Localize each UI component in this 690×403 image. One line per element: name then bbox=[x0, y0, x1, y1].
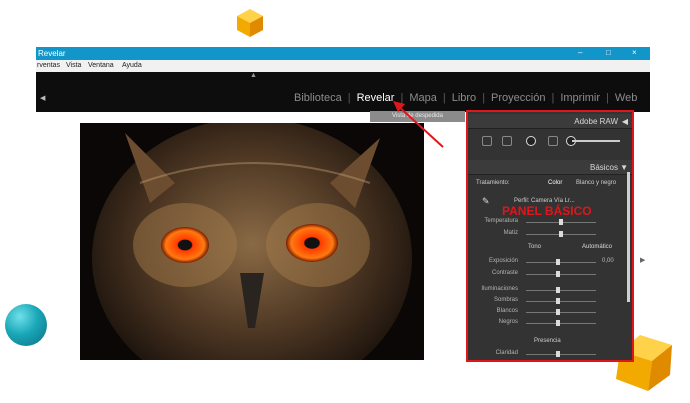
section-header[interactable]: Básicos ▼ bbox=[468, 160, 632, 175]
slider-knob[interactable] bbox=[555, 287, 560, 293]
minimize-button[interactable]: – bbox=[578, 48, 582, 57]
sphere-icon bbox=[5, 304, 47, 346]
slider-track[interactable] bbox=[526, 290, 596, 291]
slider-track[interactable] bbox=[526, 301, 596, 302]
slider-track[interactable] bbox=[526, 323, 596, 324]
window-titlebar: Revelar – □ × bbox=[36, 47, 650, 60]
window-title: Revelar bbox=[38, 49, 66, 58]
slider-knob[interactable] bbox=[559, 231, 563, 237]
slider-row: Blancos bbox=[468, 308, 632, 318]
photo-preview[interactable] bbox=[80, 123, 424, 360]
slider-row: Contraste bbox=[468, 270, 632, 280]
tab-bw[interactable]: Blanco y negro bbox=[576, 180, 616, 186]
slider-row: Matiz bbox=[468, 230, 632, 240]
tool-strip bbox=[472, 134, 622, 148]
slider-track[interactable] bbox=[526, 262, 596, 263]
slider-value: 0,00 bbox=[602, 258, 614, 264]
triangle-icon[interactable]: ◀ bbox=[622, 117, 628, 126]
panel-scrollbar[interactable] bbox=[627, 172, 630, 302]
slider-row: Claridad bbox=[468, 350, 632, 360]
slider-knob[interactable] bbox=[555, 320, 560, 326]
slider-knob[interactable] bbox=[555, 298, 560, 304]
slider-label: Iluminaciones bbox=[481, 286, 518, 292]
menu-item[interactable]: Vista bbox=[66, 62, 81, 69]
presence-label: Presencia bbox=[534, 338, 561, 344]
panel-header-label: Adobe RAW bbox=[574, 117, 618, 126]
menu-item[interactable]: rventas bbox=[37, 62, 60, 69]
slider-row: Exposición 0,00 bbox=[468, 258, 632, 268]
slider-row: Sombras bbox=[468, 297, 632, 307]
section-title: Básicos bbox=[589, 163, 618, 172]
grid-tool-icon[interactable] bbox=[482, 136, 492, 146]
tool-slider[interactable] bbox=[572, 140, 620, 142]
redeye-tool-icon[interactable] bbox=[548, 136, 558, 146]
slider-knob[interactable] bbox=[559, 219, 563, 225]
slider-track[interactable] bbox=[526, 312, 596, 313]
panel-header[interactable]: Adobe RAW ◀ bbox=[468, 114, 632, 129]
menu-item[interactable]: Ventana bbox=[88, 62, 114, 69]
slider-label: Exposición bbox=[488, 258, 518, 264]
slider-row: Temperatura bbox=[468, 218, 632, 228]
module-web[interactable]: Web bbox=[615, 92, 637, 104]
slider-label: Claridad bbox=[495, 350, 518, 356]
treatment-label: Tratamiento: bbox=[476, 180, 510, 186]
collapse-top-arrow-icon[interactable]: ▲ bbox=[250, 72, 257, 79]
module-picker: ▲ ◀ Biblioteca | Revelar | Mapa | Libro | Proyec… bbox=[36, 72, 650, 112]
slider-knob[interactable] bbox=[555, 259, 560, 265]
module-list: Biblioteca | Revelar | Mapa | Libro | Proyección… bbox=[294, 92, 638, 104]
slider-track[interactable] bbox=[526, 274, 596, 275]
tab-color[interactable]: Color bbox=[548, 180, 562, 186]
slider-knob[interactable] bbox=[555, 351, 560, 357]
close-button[interactable]: × bbox=[632, 48, 637, 57]
arrow-icon bbox=[393, 101, 444, 148]
slider-knob[interactable] bbox=[555, 309, 560, 315]
triangle-icon[interactable]: ▼ bbox=[620, 163, 628, 172]
slider-row: Negros bbox=[468, 319, 632, 329]
menu-item[interactable]: Ayuda bbox=[122, 62, 142, 69]
collapse-right-arrow-icon[interactable]: ▶ bbox=[640, 256, 645, 264]
panel-annotation: PANEL BÁSICO bbox=[502, 204, 592, 218]
module-libro[interactable]: Libro bbox=[452, 92, 476, 104]
menu-bar: rventas Vista Ventana Ayuda bbox=[36, 60, 650, 72]
eyedropper-icon[interactable]: ✎ bbox=[482, 196, 490, 207]
maximize-button[interactable]: □ bbox=[606, 48, 611, 57]
crop-tool-icon[interactable] bbox=[502, 136, 512, 146]
tone-label: Tono bbox=[528, 244, 542, 250]
slider-row: Iluminaciones bbox=[468, 286, 632, 296]
auto-button[interactable]: Automático bbox=[582, 244, 612, 250]
collapse-left-arrow-icon[interactable]: ◀ bbox=[40, 94, 45, 102]
module-biblioteca[interactable]: Biblioteca bbox=[294, 92, 342, 104]
slider-label: Negros bbox=[498, 319, 518, 325]
slider-knob[interactable] bbox=[555, 271, 560, 277]
slider-label: Sombras bbox=[493, 297, 518, 303]
slider-label: Temperatura bbox=[484, 218, 518, 224]
tone-header: Tono Automático bbox=[468, 244, 632, 254]
slider-track[interactable] bbox=[526, 354, 596, 355]
slider-label: Contraste bbox=[491, 270, 518, 276]
treatment-row: Tratamiento: Color Blanco y negro bbox=[468, 180, 632, 190]
module-imprimir[interactable]: Imprimir bbox=[560, 92, 600, 104]
slider-label: Blancos bbox=[496, 308, 518, 314]
cube-icon bbox=[237, 9, 263, 37]
slider-label: Matiz bbox=[503, 230, 518, 236]
presence-header: Presencia bbox=[468, 338, 632, 348]
module-proyeccion[interactable]: Proyección bbox=[491, 92, 545, 104]
spot-tool-icon[interactable] bbox=[526, 136, 536, 146]
develop-panel: Adobe RAW ◀ Básicos ▼ Tratamiento: Color… bbox=[466, 110, 634, 362]
owl-photo bbox=[80, 123, 424, 360]
